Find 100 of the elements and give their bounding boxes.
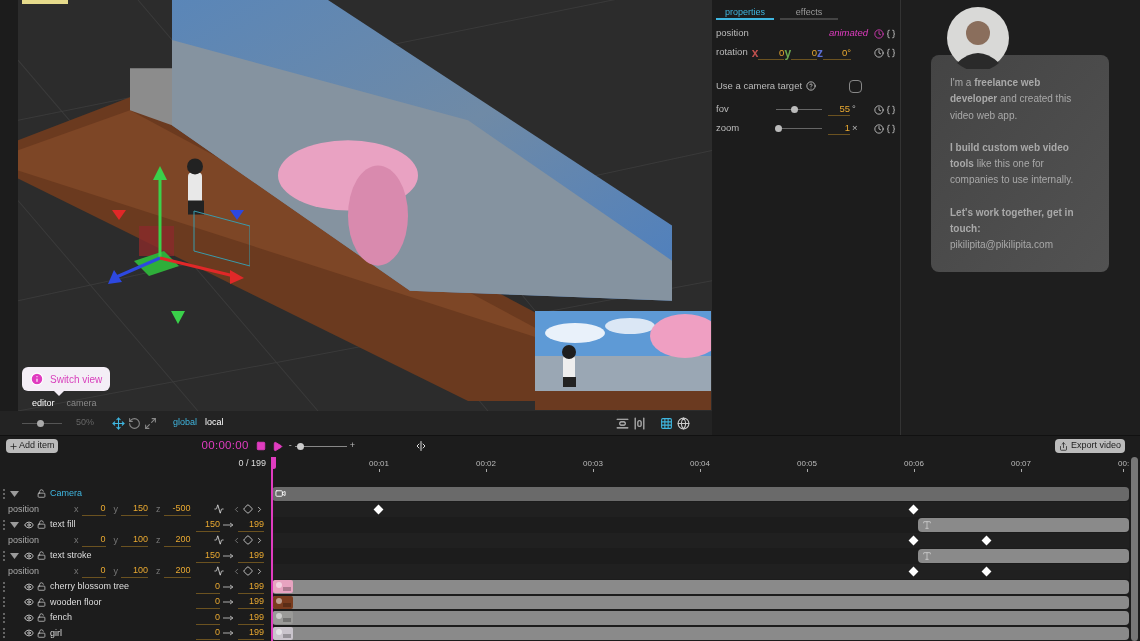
coordinate-field[interactable]: 100 [121, 533, 148, 548]
drag-handle-icon[interactable] [3, 628, 5, 639]
end-frame-field[interactable]: 199 [238, 595, 264, 610]
keyframe-clock-icon[interactable] [874, 104, 884, 115]
easing-icon[interactable] [214, 535, 224, 546]
scale-minus[interactable]: - [288, 439, 292, 453]
end-frame-field[interactable]: 199 [238, 548, 264, 563]
expression-icon[interactable] [886, 104, 896, 115]
start-frame-field[interactable]: 150 [196, 548, 220, 563]
visibility-icon[interactable] [24, 612, 34, 623]
coordinate-field[interactable]: -500 [163, 502, 191, 517]
item-name[interactable]: wooden floor [50, 595, 102, 609]
item-name[interactable]: text stroke [50, 549, 92, 563]
rotation-field[interactable]: 0 [758, 45, 785, 60]
coordinate-field[interactable]: 0 [81, 533, 106, 548]
lock-icon[interactable] [37, 551, 46, 561]
stop-icon[interactable] [255, 441, 266, 451]
expression-icon[interactable] [886, 123, 896, 134]
camera-target-checkbox[interactable] [849, 79, 862, 93]
scale-plus[interactable]: + [349, 439, 355, 453]
next-keyframe-icon[interactable] [255, 504, 264, 514]
easing-icon[interactable] [214, 504, 224, 515]
time-ruler[interactable]: 00:01 00:02 00:03 00:04 00:05 00:06 00:07 00: [272, 456, 1140, 486]
track-bar[interactable] [917, 549, 1129, 563]
value-field[interactable]: 55 [828, 102, 850, 117]
keyframe-marker[interactable] [908, 566, 919, 576]
globe-icon[interactable] [677, 416, 690, 430]
coordinate-field[interactable]: 150 [121, 502, 148, 517]
drag-handle-icon[interactable] [3, 581, 5, 592]
item-name[interactable]: girl [50, 626, 62, 640]
play-icon[interactable] [271, 440, 283, 452]
item-name[interactable]: cherry blossom tree [50, 580, 130, 594]
visibility-icon[interactable] [24, 597, 34, 608]
coordinate-field[interactable]: 200 [163, 533, 191, 548]
space-toggle[interactable]: local [205, 416, 224, 430]
lock-icon[interactable] [37, 613, 46, 623]
panel-tab[interactable]: properties [716, 6, 774, 20]
keyframe-clock-icon[interactable] [874, 28, 884, 39]
help-icon[interactable] [806, 81, 817, 91]
previous-keyframe-icon[interactable] [232, 504, 241, 514]
item-name[interactable]: fench [50, 611, 73, 625]
item-name[interactable]: Camera [50, 487, 82, 501]
drag-handle-icon[interactable] [3, 612, 5, 623]
property-slider[interactable] [776, 125, 822, 132]
next-keyframe-icon[interactable] [255, 566, 264, 576]
caret-icon[interactable] [10, 520, 19, 529]
move-tool-icon[interactable] [112, 416, 125, 430]
property-slider[interactable] [776, 106, 822, 113]
track-bar[interactable] [272, 626, 1129, 640]
expression-icon[interactable] [886, 47, 896, 58]
keyframe-marker[interactable] [981, 566, 992, 576]
keyframe-marker[interactable] [908, 535, 919, 545]
drag-handle-icon[interactable] [3, 519, 5, 530]
keyframe-clock-icon[interactable] [874, 123, 884, 134]
rotation-field[interactable]: 0 [791, 45, 818, 60]
visibility-icon[interactable] [24, 550, 34, 561]
start-frame-field[interactable]: 150 [196, 517, 220, 532]
lock-icon[interactable] [37, 628, 46, 638]
coordinate-field[interactable]: 0 [81, 502, 106, 517]
track-bar[interactable] [272, 487, 1129, 501]
track-bar[interactable] [272, 595, 1129, 609]
coordinate-field[interactable]: 200 [163, 564, 191, 579]
easing-icon[interactable] [214, 566, 224, 577]
previous-keyframe-icon[interactable] [232, 566, 241, 576]
scale-tool-icon[interactable] [144, 416, 157, 430]
track-bar[interactable] [272, 580, 1129, 594]
start-frame-field[interactable]: 0 [196, 610, 220, 625]
lock-icon[interactable] [37, 489, 46, 499]
grid-icon[interactable] [660, 416, 673, 430]
rotation-field[interactable]: 0° [823, 45, 852, 60]
align-icon[interactable] [616, 416, 629, 430]
panel-tab[interactable]: effects [780, 6, 838, 20]
start-frame-field[interactable]: 0 [196, 595, 220, 610]
keyframe-icon[interactable] [243, 535, 253, 546]
timeline-scale-slider[interactable] [294, 442, 347, 450]
expression-icon[interactable] [886, 28, 896, 39]
end-frame-field[interactable]: 199 [238, 626, 264, 641]
visibility-icon[interactable] [24, 628, 34, 639]
playhead-handle[interactable] [271, 457, 276, 469]
space-toggle[interactable]: global [173, 416, 198, 430]
start-frame-field[interactable]: 0 [196, 626, 220, 641]
keyframe-marker[interactable] [908, 504, 919, 514]
lock-icon[interactable] [37, 520, 46, 530]
export-video-button[interactable]: Export video [1054, 439, 1125, 453]
rotate-tool-icon[interactable] [128, 416, 141, 430]
value-field[interactable]: 1 [828, 121, 850, 136]
scrollbar[interactable] [1131, 457, 1138, 641]
lock-icon[interactable] [37, 597, 46, 607]
track-bar[interactable] [272, 611, 1129, 625]
keyframe-marker[interactable] [373, 504, 384, 514]
snap-icon[interactable] [414, 440, 427, 452]
item-name[interactable]: text fill [50, 518, 76, 532]
keyframe-icon[interactable] [243, 504, 253, 515]
add-item-button[interactable]: Add item [6, 439, 58, 453]
caret-icon[interactable] [10, 489, 19, 498]
coordinate-field[interactable]: 100 [121, 564, 148, 579]
align-icon[interactable] [633, 416, 646, 430]
email-link[interactable]: pikilipita@pikilipita.com [950, 237, 1090, 254]
keyframe-clock-icon[interactable] [874, 47, 884, 58]
coordinate-field[interactable]: 0 [81, 564, 106, 579]
